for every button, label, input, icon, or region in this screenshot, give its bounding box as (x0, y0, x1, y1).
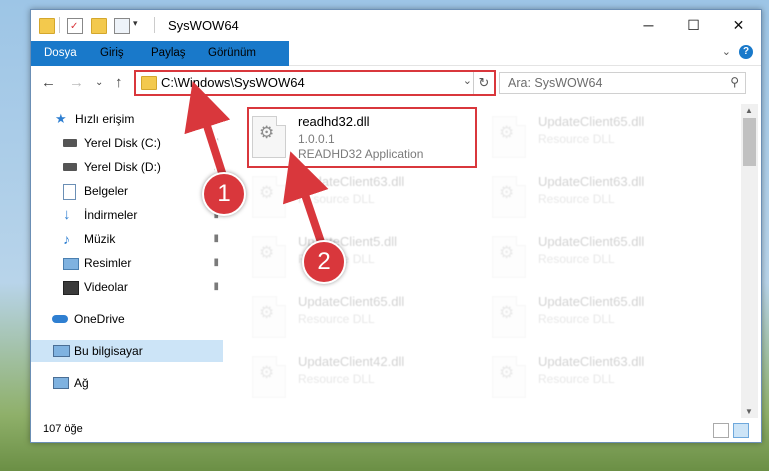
step-badge-1: 1 (202, 172, 246, 216)
step-badge-2: 2 (302, 240, 346, 284)
arrow-2 (282, 151, 329, 250)
annotation-arrows (184, 81, 329, 254)
arrow-1 (184, 81, 231, 184)
